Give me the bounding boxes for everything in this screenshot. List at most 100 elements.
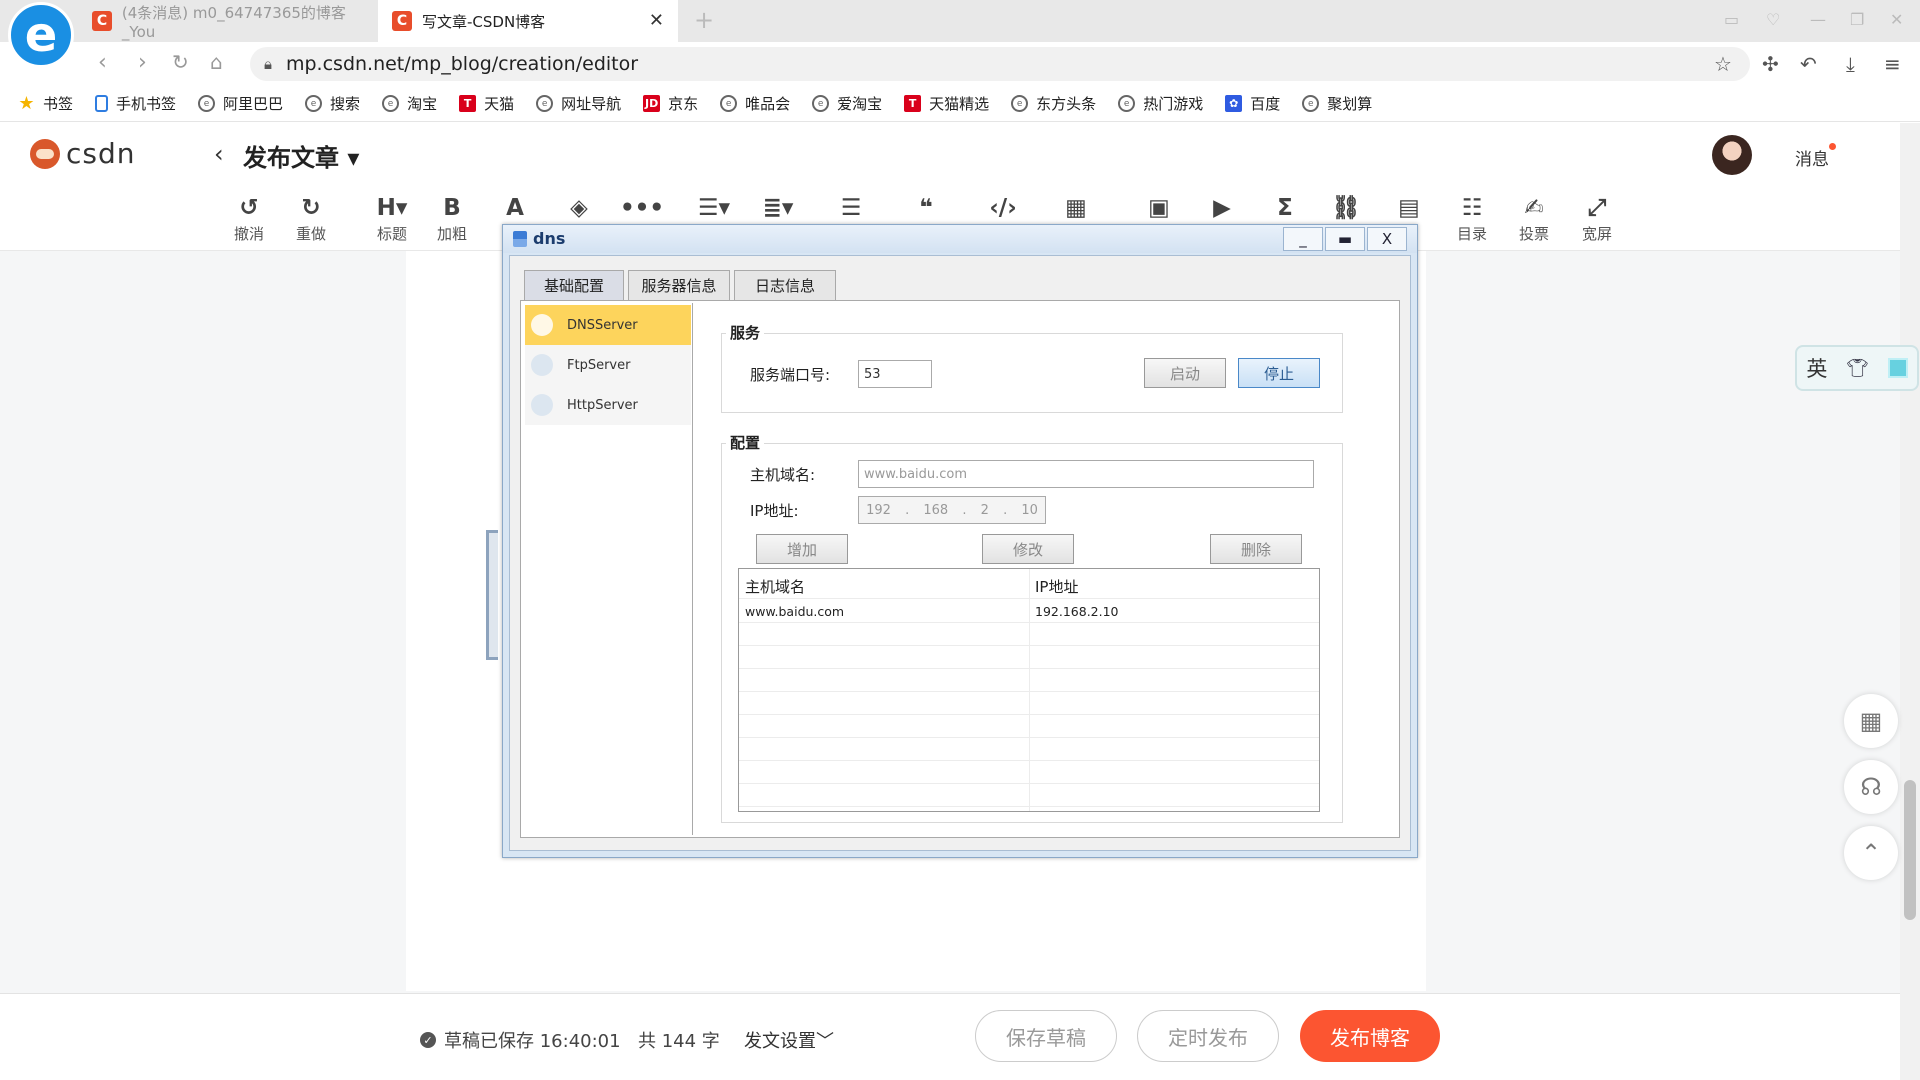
table-row[interactable]: www.baidu.com 192.168.2.10 bbox=[739, 601, 1319, 623]
toolbar-undo-button[interactable]: ↺ 撤消 bbox=[221, 193, 277, 244]
toolbar-fill-button[interactable]: ◈ bbox=[551, 193, 607, 223]
scrollbar-thumb[interactable] bbox=[1904, 780, 1916, 920]
bold-icon: B bbox=[443, 195, 461, 221]
history-icon[interactable]: ↶ bbox=[1800, 52, 1817, 76]
dns-maximize-button[interactable]: ▬ bbox=[1325, 227, 1365, 251]
csdn-favicon-icon: C bbox=[392, 11, 412, 31]
toolbar-list-button[interactable]: ☰▾ bbox=[686, 193, 742, 223]
dns-titlebar[interactable]: dns _ ▬ X bbox=[503, 225, 1417, 253]
menu-icon[interactable]: ▭ bbox=[1724, 10, 1739, 29]
messages-link[interactable]: 消息 bbox=[1795, 143, 1836, 170]
ip-input[interactable]: 192. 168. 2. 10 bbox=[858, 496, 1046, 524]
page-scrollbar[interactable] bbox=[1900, 123, 1920, 1080]
close-tab-icon[interactable]: ✕ bbox=[649, 10, 664, 31]
bookmark-label: 东方头条 bbox=[1036, 95, 1097, 113]
csdn-logo[interactable]: csdn bbox=[30, 137, 136, 170]
toolbar-link-button[interactable]: ⛓ bbox=[1318, 193, 1374, 223]
bookmark-item[interactable]: T 天猫 bbox=[459, 93, 514, 114]
port-input[interactable]: 53 bbox=[858, 360, 932, 388]
page-title[interactable]: 发布文章 ▾ bbox=[243, 138, 359, 173]
bookmark-item[interactable]: e 爱淘宝 bbox=[812, 93, 882, 114]
bookmark-item[interactable]: JD 京东 bbox=[643, 93, 698, 114]
tab-log-info[interactable]: 日志信息 bbox=[734, 270, 836, 300]
bookmark-item[interactable]: ✿ 百度 bbox=[1225, 93, 1280, 114]
back-to-top-icon[interactable]: ⌃ bbox=[1844, 826, 1898, 880]
start-button[interactable]: 启动 bbox=[1144, 358, 1226, 388]
publish-settings-dropdown[interactable]: 发文设置﹀ bbox=[744, 1027, 834, 1053]
back-arrow-icon[interactable]: ‹ bbox=[214, 140, 224, 168]
browser-tab-editor[interactable]: C 写文章-CSDN博客 ✕ bbox=[378, 0, 678, 42]
save-draft-button[interactable]: 保存草稿 bbox=[975, 1010, 1117, 1062]
toolbar-formula-button[interactable]: Σ bbox=[1257, 193, 1313, 223]
toolbar-image-button[interactable]: ▣ bbox=[1131, 193, 1187, 223]
url-input[interactable]: 🔒︎ mp.csdn.net/mp_blog/creation/editor bbox=[250, 47, 1750, 81]
download-icon[interactable]: ⤓ bbox=[1846, 52, 1855, 76]
toolbar-fullscreen-button[interactable]: ⤢ 宽屏 bbox=[1569, 193, 1625, 244]
dns-close-button[interactable]: X bbox=[1367, 227, 1407, 251]
ime-toolbar[interactable]: 英 👕︎ bbox=[1795, 345, 1919, 391]
ime-skin-icon[interactable]: 👕︎ bbox=[1846, 358, 1869, 379]
ime-language-toggle[interactable]: 英 bbox=[1806, 353, 1827, 383]
bookmark-item[interactable]: e 搜索 bbox=[305, 93, 360, 114]
home-icon[interactable]: ⌂ bbox=[210, 50, 223, 74]
bookmark-label: 唯品会 bbox=[745, 95, 791, 113]
bookmark-item[interactable]: e 东方头条 bbox=[1011, 93, 1096, 114]
toolbar-quote-button[interactable]: ❝ bbox=[898, 193, 954, 223]
dns-minimize-button[interactable]: _ bbox=[1283, 227, 1323, 251]
toolbar-font-color-button[interactable]: A bbox=[487, 193, 543, 223]
browser-tab-bar: C (4条消息) m0_64747365的博客_You C 写文章-CSDN博客… bbox=[0, 0, 1920, 42]
cell-ip: 192.168.2.10 bbox=[1035, 604, 1119, 619]
toolbar-bold-button[interactable]: B 加粗 bbox=[424, 193, 480, 244]
bookmark-item[interactable]: 手机书签 bbox=[95, 93, 176, 114]
toolbar-code-button[interactable]: ‹/› bbox=[975, 193, 1031, 223]
toolbar-table-button[interactable]: ▦ bbox=[1048, 193, 1104, 223]
csdn-logo-text: csdn bbox=[66, 137, 136, 170]
back-icon[interactable]: ‹ bbox=[98, 50, 107, 75]
toolbar-vote-button[interactable]: ✍ 投票 bbox=[1506, 193, 1562, 244]
customer-service-icon[interactable]: ☊ bbox=[1844, 760, 1898, 814]
toolbar-divider-button[interactable]: ☰ bbox=[823, 193, 879, 223]
minimize-icon[interactable]: — bbox=[1810, 10, 1826, 29]
toolbar-more-button[interactable]: ••• bbox=[614, 193, 670, 223]
ip-dot: . bbox=[1003, 502, 1008, 518]
new-tab-icon[interactable]: + bbox=[694, 6, 714, 34]
qrcode-icon[interactable]: ▦ bbox=[1844, 694, 1898, 748]
bookmark-item[interactable]: e 阿里巴巴 bbox=[198, 93, 283, 114]
stop-button[interactable]: 停止 bbox=[1238, 358, 1320, 388]
modify-button[interactable]: 修改 bbox=[982, 534, 1074, 564]
bookmark-item[interactable]: e 唯品会 bbox=[720, 93, 790, 114]
toolbar-video-button[interactable]: ▶ bbox=[1194, 193, 1250, 223]
browser-tab-blog[interactable]: C (4条消息) m0_64747365的博客_You bbox=[78, 0, 378, 42]
bookmark-item[interactable]: e 聚划算 bbox=[1302, 93, 1372, 114]
toolbar-heading-button[interactable]: H▾ 标题 bbox=[364, 193, 420, 244]
bookmark-item[interactable]: e 热门游戏 bbox=[1118, 93, 1203, 114]
reload-icon[interactable]: ↻ bbox=[172, 50, 189, 74]
close-window-icon[interactable]: ✕ bbox=[1890, 10, 1903, 29]
toolbar-align-button[interactable]: ≣▾ bbox=[750, 193, 806, 223]
bookmark-star-icon[interactable]: ☆ bbox=[1714, 52, 1732, 76]
server-item-http[interactable]: HttpServer bbox=[525, 385, 691, 425]
settings-menu-icon[interactable]: ≡ bbox=[1884, 52, 1901, 76]
add-button[interactable]: 增加 bbox=[756, 534, 848, 564]
forward-icon[interactable]: › bbox=[138, 50, 147, 75]
ime-menu-icon[interactable] bbox=[1887, 358, 1908, 378]
bookmark-item[interactable]: e 淘宝 bbox=[382, 93, 437, 114]
toolbar-redo-button[interactable]: ↻ 重做 bbox=[283, 193, 339, 244]
schedule-publish-button[interactable]: 定时发布 bbox=[1137, 1010, 1279, 1062]
toolbar-toc-button[interactable]: ☷ 目录 bbox=[1444, 193, 1500, 244]
publish-blog-button[interactable]: 发布博客 bbox=[1300, 1010, 1440, 1062]
bookmark-item[interactable]: ★ 书签 bbox=[18, 93, 73, 114]
bookmark-item[interactable]: e 网址导航 bbox=[536, 93, 621, 114]
user-avatar[interactable] bbox=[1712, 135, 1752, 175]
server-item-dns[interactable]: DNSServer bbox=[525, 305, 691, 345]
delete-button[interactable]: 删除 bbox=[1210, 534, 1302, 564]
extensions-icon[interactable]: ✣ bbox=[1762, 52, 1779, 76]
shirt-icon[interactable]: ♡ bbox=[1766, 10, 1780, 29]
maximize-icon[interactable]: ❐ bbox=[1850, 10, 1864, 29]
toolbar-label: 宽屏 bbox=[1581, 225, 1612, 243]
tab-basic-config[interactable]: 基础配置 bbox=[524, 270, 624, 300]
tab-server-info[interactable]: 服务器信息 bbox=[628, 270, 730, 300]
server-item-ftp[interactable]: FtpServer bbox=[525, 345, 691, 385]
host-input[interactable]: www.baidu.com bbox=[858, 460, 1314, 488]
bookmark-item[interactable]: T 天猫精选 bbox=[904, 93, 989, 114]
